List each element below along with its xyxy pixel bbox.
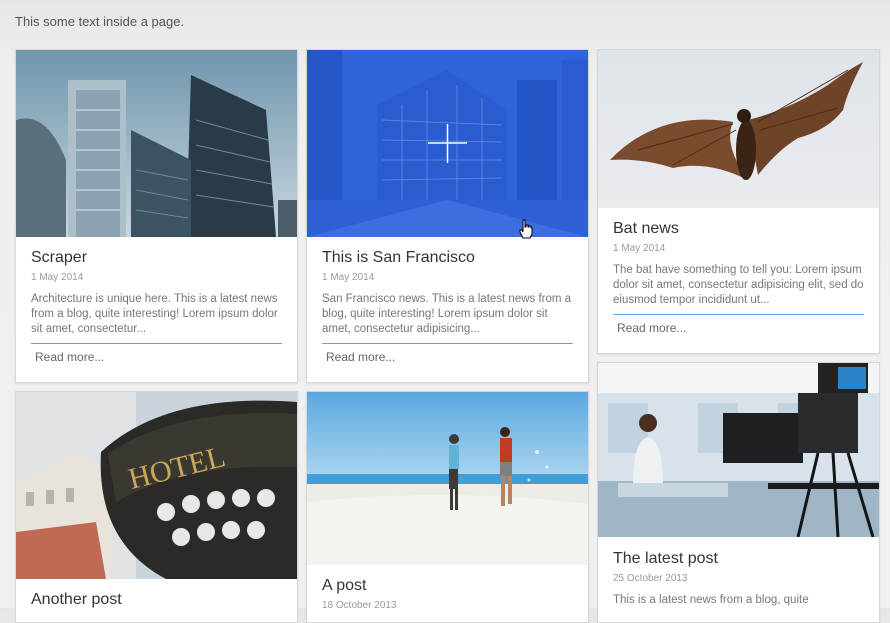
post-date: 25 October 2013	[613, 573, 688, 584]
post-card-another-post[interactable]: HOTEL Another post	[15, 391, 298, 623]
post-title[interactable]: Bat news	[613, 219, 864, 239]
divider-rule	[322, 343, 573, 344]
post-title[interactable]: Another post	[31, 590, 282, 610]
post-image-news-studio[interactable]	[598, 363, 879, 537]
post-excerpt: Architecture is unique here. This is a l…	[31, 293, 278, 335]
post-image-skyscrapers[interactable]	[16, 50, 297, 237]
post-image-beach-runners[interactable]	[307, 392, 588, 565]
post-date: 1 May 2014	[613, 243, 666, 254]
post-title[interactable]: A post	[322, 576, 573, 596]
page-intro-text: This some text inside a page.	[15, 14, 185, 29]
divider-rule	[613, 314, 864, 315]
post-image-hotel-sign[interactable]: HOTEL	[16, 392, 297, 579]
read-more-link[interactable]: Read more...	[322, 350, 395, 364]
post-image-san-francisco[interactable]	[307, 50, 588, 237]
post-excerpt: This is a latest news from a blog, quite	[613, 594, 809, 606]
post-excerpt: The bat have something to tell you: Lore…	[613, 264, 864, 306]
post-image-bat[interactable]	[598, 50, 879, 208]
read-more-link[interactable]: Read more...	[31, 350, 104, 364]
post-card-scraper[interactable]: Scraper 1 May 2014 Architecture is uniqu…	[15, 49, 298, 383]
post-date: 18 October 2013	[322, 600, 397, 611]
post-title[interactable]: This is San Francisco	[322, 248, 573, 268]
post-excerpt: San Francisco news. This is a latest new…	[322, 293, 572, 335]
post-card-a-post[interactable]: A post 18 October 2013	[306, 391, 589, 623]
post-date: 1 May 2014	[31, 272, 84, 283]
post-title[interactable]: Scraper	[31, 248, 282, 268]
plus-icon[interactable]	[307, 50, 588, 237]
hand-cursor-icon	[519, 219, 533, 239]
read-more-link[interactable]: Read more...	[613, 321, 686, 335]
post-card-bat-news[interactable]: Bat news 1 May 2014 The bat have somethi…	[597, 49, 880, 354]
post-date: 1 May 2014	[322, 272, 375, 283]
post-card-latest-post[interactable]: The latest post 25 October 2013 This is …	[597, 362, 880, 623]
post-title[interactable]: The latest post	[613, 549, 864, 569]
post-card-san-francisco[interactable]: This is San Francisco 1 May 2014 San Fra…	[306, 49, 589, 383]
divider-rule	[31, 343, 282, 344]
